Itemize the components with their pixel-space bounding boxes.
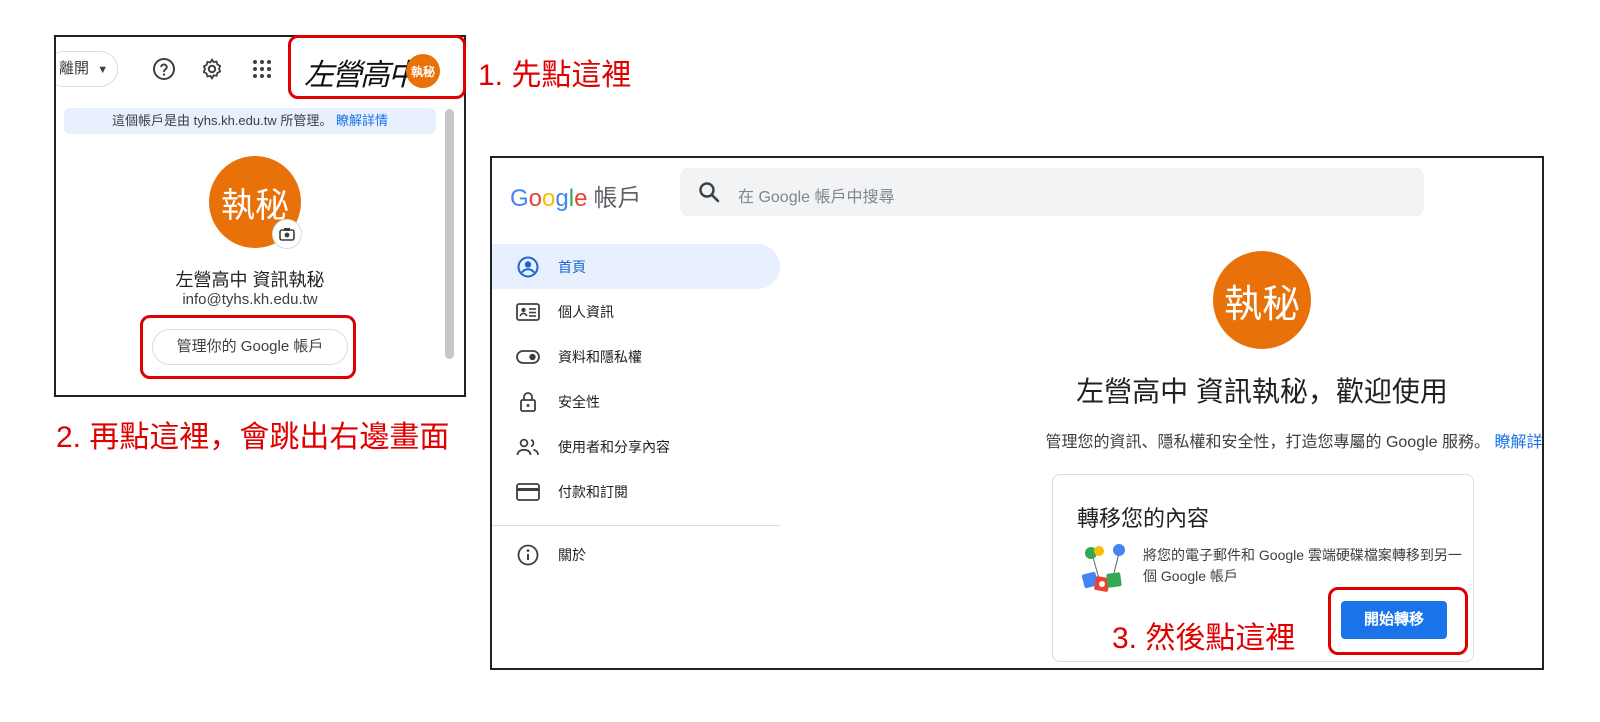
search-placeholder: 在 Google 帳戶中搜尋 — [738, 189, 895, 206]
lock-icon — [516, 390, 540, 414]
leave-label: 離開 — [59, 60, 90, 77]
highlight-start-transfer — [1328, 587, 1468, 655]
nav-data-privacy[interactable]: 資料和隱私權 — [492, 334, 780, 379]
nav-label: 付款和訂閱 — [558, 484, 628, 500]
nav-label: 安全性 — [558, 394, 600, 410]
leave-button[interactable]: 離開 ▼ — [56, 51, 118, 87]
nav-home[interactable]: 首頁 — [492, 244, 780, 289]
logo-letter: e — [574, 185, 588, 212]
transfer-illustration-icon — [1077, 543, 1133, 595]
nav-payments[interactable]: 付款和訂閱 — [492, 469, 780, 514]
nav-personal-info[interactable]: 個人資訊 — [492, 289, 780, 334]
welcome-subtitle: 管理您的資訊、隱私權和安全性，打造您專屬的 Google 服務。 瞭解詳情 — [782, 428, 1542, 452]
nav-label: 使用者和分享內容 — [558, 439, 670, 455]
nav-about[interactable]: 關於 — [492, 532, 780, 577]
search-icon[interactable] — [698, 181, 720, 208]
logo-letter: o — [528, 185, 543, 212]
nav-label: 關於 — [558, 547, 586, 563]
nav-label: 首頁 — [558, 259, 586, 275]
toggle-icon — [516, 345, 540, 369]
google-account-logo[interactable]: Google 帳戶 — [510, 178, 641, 213]
search-bar[interactable]: 在 Google 帳戶中搜尋 — [680, 168, 1424, 216]
highlight-manage-button — [140, 315, 356, 379]
subtitle-text: 管理您的資訊、隱私權和安全性，打造您專屬的 Google 服務。 — [1045, 434, 1491, 451]
caret-down-icon: ▼ — [97, 64, 109, 76]
card-title: 轉移您的內容 — [1077, 506, 1210, 531]
step3-note: 3. 然後點這裡 — [1112, 622, 1296, 655]
step2-note: 2. 再點這裡，會跳出右邊畫面 — [56, 421, 450, 454]
camera-icon[interactable] — [272, 219, 302, 249]
gear-icon[interactable] — [196, 53, 228, 85]
logo-letter: g — [555, 185, 569, 212]
highlight-account-chip — [288, 35, 466, 99]
nav-security[interactable]: 安全性 — [492, 379, 780, 424]
apps-grid-icon[interactable] — [246, 53, 278, 85]
avatar-profile[interactable]: 執秘 — [1213, 251, 1311, 349]
card-description: 將您的電子郵件和 Google 雲端硬碟檔案轉移到另一個 Google 帳戶 — [1143, 547, 1462, 584]
home-account-icon — [516, 255, 540, 279]
step1-note: 1. 先點這裡 — [478, 59, 632, 92]
managed-text: 這個帳戶是由 tyhs.kh.edu.tw 所管理。 — [112, 113, 333, 128]
nav-people-sharing[interactable]: 使用者和分享內容 — [492, 424, 780, 469]
learn-more-link[interactable]: 瞭解詳情 — [336, 113, 388, 128]
nav-divider — [492, 525, 780, 526]
welcome-heading: 左營高中 資訊執秘，歡迎使用 — [1076, 376, 1448, 407]
user-name: 左營高中 資訊執秘 — [175, 270, 325, 290]
logo-letter: G — [510, 185, 529, 212]
people-icon — [516, 435, 540, 459]
nav-label: 個人資訊 — [558, 304, 614, 320]
scrollbar[interactable] — [445, 109, 454, 359]
managed-notice: 這個帳戶是由 tyhs.kh.edu.tw 所管理。 瞭解詳情 — [64, 108, 436, 134]
logo-suffix: 帳戶 — [593, 185, 642, 212]
help-circle-icon[interactable] — [148, 53, 180, 85]
credit-card-icon — [516, 480, 540, 504]
logo-letter: o — [542, 185, 556, 212]
user-email: info@tyhs.kh.edu.tw — [182, 291, 318, 308]
info-icon — [516, 543, 540, 567]
id-card-icon — [516, 300, 540, 324]
nav-label: 資料和隱私權 — [558, 349, 642, 365]
learn-more-link[interactable]: 瞭解詳情 — [1494, 434, 1542, 451]
